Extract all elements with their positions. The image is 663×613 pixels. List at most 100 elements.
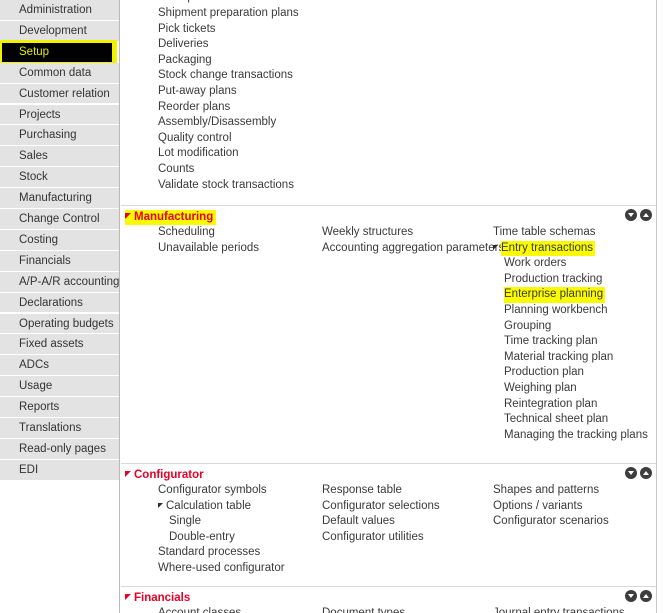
section-columns: Scheduling Unavailable periods Weekly stru… <box>121 225 656 441</box>
menu-item-label: Options / variants <box>493 499 583 512</box>
sidebar-item-projects[interactable]: Projects <box>0 104 119 126</box>
sidebar-item-fixed-assets[interactable]: Fixed assets <box>0 334 119 356</box>
sidebar-item-usage[interactable]: Usage <box>0 376 119 398</box>
menu-item[interactable]: Managing the tracking plans <box>493 428 653 444</box>
sidebar-item-common-data[interactable]: Common data <box>0 62 119 84</box>
menu-item[interactable]: Pick tickets <box>158 22 218 38</box>
section-title[interactable]: Financials <box>125 591 193 606</box>
sidebar-item-purchasing[interactable]: Purchasing <box>0 125 119 147</box>
menu-item[interactable]: Response table <box>322 483 492 499</box>
menu-item[interactable]: Journal entry transactions <box>493 606 653 613</box>
sidebar-item-change-control[interactable]: Change Control <box>0 209 119 230</box>
menu-item[interactable]: Production tracking <box>493 272 653 288</box>
sidebar-item-sales[interactable]: Sales <box>0 146 119 168</box>
menu-item[interactable]: Where-used configurator <box>158 561 323 577</box>
section-header[interactable]: Configurator <box>121 464 656 483</box>
sidebar-item-operating-budgets[interactable]: Operating budgets <box>0 313 119 335</box>
section-column-1: Scheduling Unavailable periods <box>158 225 323 256</box>
section-title[interactable]: Configurator <box>125 468 207 483</box>
sidebar-item-declarations[interactable]: Declarations <box>0 292 119 314</box>
menu-item[interactable]: Put-away plans <box>158 84 239 100</box>
menu-item[interactable]: Counts <box>158 162 196 178</box>
menu-item[interactable]: Document types <box>322 606 492 613</box>
menu-item[interactable]: Assembly/Disassembly <box>158 115 278 131</box>
sidebar-item-customer-relation[interactable]: Customer relation <box>0 83 119 105</box>
collapse-triangle-icon[interactable] <box>125 594 131 600</box>
menu-item[interactable]: Technical sheet plan <box>493 412 653 428</box>
menu-item[interactable]: Entry transactions <box>493 240 653 257</box>
sidebar-item-reports[interactable]: Reports <box>0 397 119 418</box>
menu-item-truncated[interactable]: Receipts <box>158 0 205 6</box>
sidebar-item-setup[interactable]: Setup <box>0 40 117 65</box>
menu-item[interactable]: Stock change transactions <box>158 68 295 84</box>
menu-item[interactable]: Reorder plans <box>158 100 232 116</box>
menu-item[interactable]: Configurator selections <box>322 499 492 515</box>
section-column-2: Document types <box>322 606 492 613</box>
menu-item-label: Weighing plan <box>504 381 577 394</box>
chevron-up-circle-icon[interactable] <box>640 209 652 221</box>
menu-item[interactable]: Unavailable periods <box>158 241 323 257</box>
menu-item[interactable]: Time table schemas <box>493 225 653 241</box>
chevron-up-circle-icon[interactable] <box>640 590 652 602</box>
sidebar-item-costing[interactable]: Costing <box>0 229 119 251</box>
menu-item[interactable]: Configurator symbols <box>158 483 323 499</box>
expand-triangle-icon[interactable] <box>493 244 498 250</box>
menu-item[interactable]: Packaging <box>158 53 214 69</box>
menu-item[interactable]: Single <box>158 514 323 530</box>
sidebar-item-manufacturing[interactable]: Manufacturing <box>0 188 119 209</box>
sidebar-item-development[interactable]: Development <box>0 20 119 42</box>
menu-item[interactable]: Work orders <box>493 256 653 272</box>
sidebar-item-label: Financials <box>19 254 71 267</box>
menu-item[interactable]: Standard processes <box>158 545 323 561</box>
collapse-triangle-icon[interactable] <box>125 471 131 477</box>
menu-item[interactable]: Material tracking plan <box>493 350 653 366</box>
sidebar-item-read-only-pages[interactable]: Read-only pages <box>0 438 119 460</box>
section-manufacturing: Manufacturing Scheduling Unavailable perio… <box>121 205 656 441</box>
menu-item[interactable]: Double-entry <box>158 530 323 546</box>
menu-item[interactable]: Reintegration plan <box>493 397 653 413</box>
menu-item-label: Document types <box>322 607 406 613</box>
sidebar-item-translations[interactable]: Translations <box>0 418 119 439</box>
menu-item[interactable]: Calculation table <box>158 499 323 515</box>
section-title[interactable]: Manufacturing <box>125 210 217 225</box>
menu-item[interactable]: Deliveries <box>158 37 211 53</box>
sidebar-item-stock[interactable]: Stock <box>0 167 119 189</box>
sidebar-item-label: Manufacturing <box>19 192 92 205</box>
menu-item[interactable]: Lot modification <box>158 146 241 162</box>
sidebar-item-edi[interactable]: EDI <box>0 459 119 481</box>
chevron-down-circle-icon[interactable] <box>625 467 637 479</box>
menu-item-label: Single <box>169 515 201 528</box>
sidebar-item-a-p-a-r-accounting[interactable]: A/P-A/R accounting <box>0 271 119 293</box>
menu-item-label: Double-entry <box>169 530 235 543</box>
menu-item[interactable]: Default values <box>322 514 492 530</box>
menu-item[interactable]: Time tracking plan <box>493 334 653 350</box>
chevron-down-circle-icon[interactable] <box>625 590 637 602</box>
collapse-triangle-icon[interactable] <box>125 213 131 219</box>
chevron-up-circle-icon[interactable] <box>640 467 652 479</box>
menu-item[interactable]: Planning workbench <box>493 303 653 319</box>
section-header[interactable]: Financials <box>121 587 656 606</box>
menu-item[interactable]: Shipment preparation plans <box>158 6 301 22</box>
menu-item-label: Packaging <box>158 53 212 66</box>
menu-item[interactable]: Account classes <box>158 606 323 613</box>
menu-item[interactable]: Shapes and patterns <box>493 483 653 499</box>
sidebar-item-financials[interactable]: Financials <box>0 250 119 272</box>
menu-item[interactable]: Weekly structures <box>322 225 492 241</box>
chevron-down-circle-icon[interactable] <box>625 209 637 221</box>
section-financials: Financials Account classes Document types J… <box>121 586 656 613</box>
menu-item[interactable]: Validate stock transactions <box>158 178 296 194</box>
sidebar-item-administration[interactable]: Administration <box>0 0 119 21</box>
menu-item[interactable]: Weighing plan <box>493 381 653 397</box>
menu-item[interactable]: Enterprise planning <box>493 287 653 303</box>
menu-item[interactable]: Scheduling <box>158 225 323 241</box>
expand-triangle-icon[interactable] <box>158 502 163 508</box>
menu-item[interactable]: Grouping <box>493 319 653 335</box>
menu-item[interactable]: Accounting aggregation parameters <box>322 241 504 257</box>
menu-item[interactable]: Options / variants <box>493 499 653 515</box>
menu-item[interactable]: Quality control <box>158 131 234 147</box>
menu-item[interactable]: Production plan <box>493 365 653 381</box>
menu-item[interactable]: Configurator scenarios <box>493 514 653 530</box>
menu-item[interactable]: Configurator utilities <box>322 530 492 546</box>
section-header[interactable]: Manufacturing <box>121 206 656 225</box>
sidebar-item-adcs[interactable]: ADCs <box>0 355 119 377</box>
